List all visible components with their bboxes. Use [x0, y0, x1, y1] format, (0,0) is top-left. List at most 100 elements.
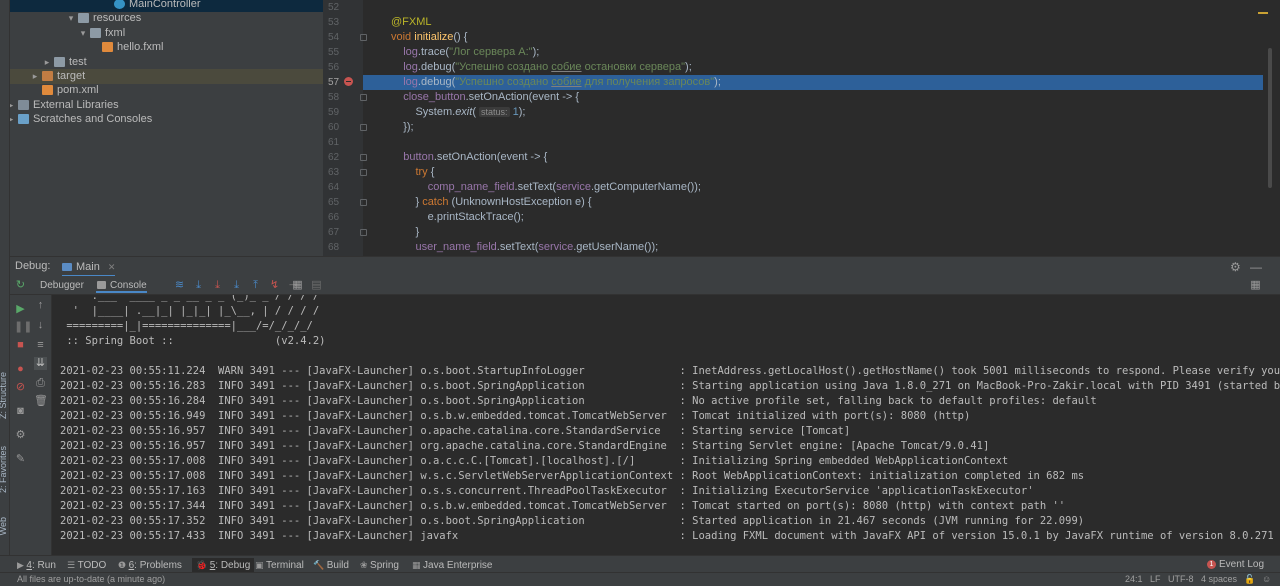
scroll-to-end-icon[interactable]: ⇊ [34, 357, 47, 370]
code-line-53[interactable]: @FXML [363, 15, 1263, 30]
tool-window-run[interactable]: ▶ 4: Run [17, 558, 56, 572]
code-line-60[interactable]: }); [363, 120, 1263, 135]
drop-frame-icon[interactable]: ↯ [268, 279, 281, 292]
step-over-icon[interactable]: ⤓ [192, 279, 205, 292]
code-line-54[interactable]: void initialize() { [363, 30, 1263, 45]
file-encoding[interactable]: UTF-8 [1168, 574, 1194, 584]
tool-window-debug[interactable]: 🐞 5: Debug [192, 558, 255, 572]
code-line-57[interactable]: log.debug("Успешно создано собие для пол… [363, 75, 1263, 90]
tab-debugger[interactable]: Debugger [40, 278, 84, 293]
caret-position[interactable]: 24:1 [1125, 574, 1143, 584]
line-number[interactable]: 61 [323, 135, 363, 150]
tool-window-build[interactable]: 🔨 Build [313, 558, 349, 572]
down-arrow-icon[interactable]: ↓ [34, 319, 47, 332]
tool-window-spring[interactable]: ❀ Spring [360, 558, 399, 572]
line-number[interactable]: 56 [323, 60, 363, 75]
code-line-55[interactable]: log.trace("Лог сервера А:"); [363, 45, 1263, 60]
tree-item[interactable]: MainController [10, 0, 323, 12]
code-line-62[interactable]: button.setOnAction(event -> { [363, 150, 1263, 165]
line-number[interactable]: 52 [323, 0, 363, 15]
code-line-65[interactable]: } catch (UnknownHostException e) { [363, 195, 1263, 210]
tree-item[interactable]: ▸ External Libraries [10, 98, 323, 113]
force-step-into-icon[interactable]: ⤓ [230, 279, 243, 292]
line-number[interactable]: 59 [323, 105, 363, 120]
line-number[interactable]: 55 [323, 45, 363, 60]
tool-window-problems[interactable]: ❶ 6: Problems [118, 558, 182, 572]
resume-icon[interactable]: ▶ [14, 303, 27, 316]
chevron-icon[interactable]: ▸ [42, 55, 52, 70]
indent-setting[interactable]: 4 spaces [1201, 574, 1237, 584]
minimize-icon[interactable]: — [1250, 260, 1262, 274]
soft-wrap-icon[interactable]: ≡ [34, 339, 47, 352]
line-number[interactable]: 58 [323, 90, 363, 105]
tree-item[interactable]: ▸ test [10, 55, 323, 70]
event-log-button[interactable]: 1 Event Log [1207, 558, 1264, 572]
code-line-56[interactable]: log.debug("Успешно создано собие останов… [363, 60, 1263, 75]
close-icon[interactable]: ✕ [108, 262, 116, 272]
mute-breakpoints-icon[interactable]: ⊘ [14, 381, 27, 394]
pin-icon[interactable]: ✎ [14, 453, 27, 466]
notifications-icon[interactable]: ☺ [1262, 574, 1271, 584]
editor-gutter[interactable]: 52 53 54 55 56 57 58 59 60 61 62 63 64 65 66 67 68 [323, 0, 367, 256]
print-icon[interactable]: ⎙ [34, 377, 47, 390]
step-out-icon[interactable]: ⤒ [249, 279, 262, 292]
step-into-icon[interactable]: ⤓ [211, 279, 224, 292]
console-output[interactable]: ' .___ ____ _ _ __ _ _ (_)_ _ / / / / ' … [52, 295, 1280, 555]
line-number[interactable]: 54 [323, 30, 363, 45]
tab-console[interactable]: Console [96, 278, 147, 293]
breakpoint-icon[interactable] [344, 77, 353, 86]
tool-window-terminal[interactable]: ▣ Terminal [255, 558, 304, 572]
line-number[interactable]: 64 [323, 180, 363, 195]
up-arrow-icon[interactable]: ↑ [34, 299, 47, 312]
status-message[interactable]: All files are up-to-date (a minute ago) [17, 574, 165, 584]
show-execution-point-icon[interactable]: ≋ [173, 279, 186, 292]
line-number[interactable]: 65 [323, 195, 363, 210]
gear-icon[interactable]: ⚙ [1230, 260, 1241, 274]
tree-item[interactable]: ▾ resources [10, 11, 323, 26]
trace-icon[interactable]: ▤ [310, 279, 323, 292]
pause-icon[interactable]: ❚❚ [14, 321, 32, 334]
code-line-67[interactable]: } [363, 225, 1263, 240]
line-number[interactable]: 60 [323, 120, 363, 135]
tree-item[interactable]: hello.fxml [10, 40, 323, 55]
code-line-66[interactable]: e.printStackTrace(); [363, 210, 1263, 225]
code-line-59[interactable]: System.exit( status: 1); [363, 105, 1263, 120]
line-number[interactable]: 62 [323, 150, 363, 165]
code-line-61[interactable] [363, 135, 1263, 150]
stop-icon[interactable]: ■ [14, 339, 27, 352]
code-editor[interactable]: 52 53 54 55 56 57 58 59 60 61 62 63 64 65 66 67 68 @FXML… [323, 0, 1280, 256]
warning-marker[interactable] [1258, 12, 1268, 14]
chevron-icon[interactable]: ▸ [30, 69, 40, 84]
line-number[interactable]: 57 [323, 75, 363, 90]
chevron-icon[interactable]: ▾ [78, 26, 88, 41]
tree-item[interactable]: ▸ target [10, 69, 323, 84]
line-separator[interactable]: LF [1150, 574, 1161, 584]
tool-window-todo[interactable]: ☰ TODO [67, 558, 106, 572]
rerun-icon[interactable]: ↻ [14, 279, 27, 292]
code-line-68[interactable]: user_name_field.setText(service.getUserN… [363, 240, 1263, 255]
line-number[interactable]: 53 [323, 15, 363, 30]
layout-icon[interactable]: ▦ [1249, 279, 1262, 292]
tool-window-java-enterprise[interactable]: ▦ Java Enterprise [412, 558, 493, 572]
code-line-63[interactable]: try { [363, 165, 1263, 180]
tree-item[interactable]: ▸ Scratches and Consoles [10, 112, 323, 127]
tree-item[interactable]: ▾ fxml [10, 26, 323, 41]
trash-icon[interactable]: 🗑 [34, 395, 48, 408]
line-number[interactable]: 63 [323, 165, 363, 180]
chevron-icon[interactable]: ▸ [10, 98, 16, 113]
line-number[interactable]: 67 [323, 225, 363, 240]
chevron-icon[interactable]: ▸ [10, 112, 16, 127]
lock-icon[interactable]: 🔓 [1244, 574, 1255, 585]
code-line-64[interactable]: comp_name_field.setText(service.getCompu… [363, 180, 1263, 195]
settings-icon[interactable]: ⚙ [14, 429, 27, 442]
code-line-58[interactable]: close_button.setOnAction(event -> { [363, 90, 1263, 105]
line-number[interactable]: 66 [323, 210, 363, 225]
camera-icon[interactable]: ◙ [14, 405, 27, 418]
debug-session-tab[interactable]: Main ✕ [62, 259, 116, 277]
editor-scrollbar[interactable] [1268, 48, 1272, 188]
chevron-icon[interactable]: ▾ [66, 11, 76, 26]
view-breakpoints-icon[interactable]: ● [14, 363, 27, 376]
line-number[interactable]: 68 [323, 240, 363, 255]
code-line-52[interactable] [363, 0, 1263, 15]
tree-item[interactable]: pom.xml [10, 83, 323, 98]
